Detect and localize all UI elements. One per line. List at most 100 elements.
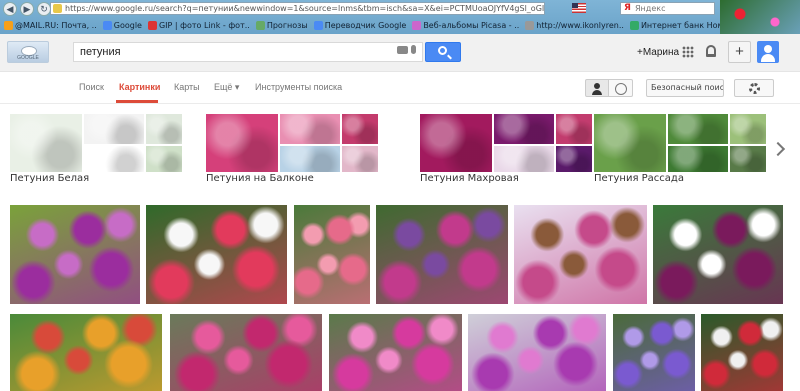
favicon-icon [412,21,422,30]
bookmark-item[interactable]: Переводчик Google [313,21,407,30]
related-collage [10,114,182,172]
related-collage [420,114,592,172]
image-result-petunia-garden-path[interactable] [376,205,508,304]
related-thumbnail [594,114,666,172]
yandex-search-field[interactable]: Яндекс [620,2,715,15]
image-result-petunia-seedling-boxes[interactable] [514,205,647,304]
forward-icon[interactable]: ▶ [20,1,34,16]
related-collage [206,114,378,172]
settings-button[interactable] [734,79,774,97]
related-thumbnail [280,114,340,144]
tab-maps[interactable]: Карты [174,82,200,92]
tab-search-tools[interactable]: Инструменты поиска [255,82,342,92]
image-result-mixed-petunia-basket[interactable] [10,314,162,391]
bookmark-label: Google [113,21,142,30]
related-thumbnail [206,114,278,172]
related-thumbnail [342,146,378,172]
global-results-button[interactable] [609,79,633,97]
image-result-purple-petunia-basket[interactable] [613,314,695,391]
related-thumbnail [668,114,728,144]
url-text: https://www.google.ru/search?q=петунии&n… [65,4,545,13]
address-bar: ◀ ▶ ↻ https://www.google.ru/search?q=пет… [0,0,800,17]
reload-icon[interactable]: ↻ [37,1,51,16]
bookmark-item[interactable]: @MAIL.RU: Почта, .. [4,21,97,30]
related-thumbnail [280,146,340,172]
bookmark-item[interactable]: http://www.ikonlyren.. [525,21,624,30]
related-thumbnail [146,146,182,172]
related-item-balcony[interactable]: Петуния на Балконе [206,114,378,184]
related-label: Петуния на Балконе [206,173,314,184]
camera-icon[interactable] [397,46,408,54]
microphone-icon[interactable] [411,45,416,54]
image-result-pink-hanging-petunias[interactable] [294,205,370,304]
related-searches: Петуния Белая Петуния на Балконе Петуния… [0,104,800,192]
google-logo[interactable]: GOOGLE [7,41,49,63]
bookmark-label: Переводчик Google [324,21,407,30]
image-result-red-petunia-planter[interactable] [701,314,783,391]
personal-results-button[interactable] [585,79,609,97]
bookmark-item[interactable]: Google [102,21,142,30]
gear-icon [749,83,760,94]
related-thumbnail [84,114,144,144]
bookmark-label: Прогнозы [266,21,308,30]
related-thumbnail [730,146,766,172]
bookmark-item[interactable]: Интернет банк Номос [629,21,720,30]
related-thumbnail [342,114,378,144]
search-input[interactable]: петуния [73,42,423,62]
notifications-bell-icon[interactable] [706,45,716,57]
image-result-petunia-pots-wall[interactable] [468,314,606,391]
back-icon[interactable]: ◀ [3,1,17,16]
magnifier-icon [438,46,447,55]
tab-search[interactable]: Поиск [79,82,104,92]
lock-icon [53,4,62,13]
bookmark-label: @MAIL.RU: Почта, .. [15,21,97,30]
bookmark-item[interactable]: Веб-альбомы Picasa - .. [412,21,519,30]
related-item-double[interactable]: Петуния Махровая [420,114,592,184]
related-thumbnail [730,114,766,144]
image-result-pink-red-white-petunias[interactable] [146,205,287,304]
related-label: Петуния Махровая [420,173,519,184]
related-thumbnail [494,146,554,172]
related-thumbnail [420,114,492,172]
user-name-link[interactable]: +Марина [637,47,679,58]
tab-more[interactable]: Ещё ▾ [214,82,239,93]
favicon-icon [4,21,13,30]
image-result-pink-petunia-ball[interactable] [329,314,462,391]
browser-chrome: ◀ ▶ ↻ https://www.google.ru/search?q=пет… [0,0,800,34]
bookmark-item[interactable]: GIP | фото Link - фот.. [147,21,250,30]
search-button[interactable] [425,42,461,62]
bookmark-label: http://www.ikonlyren.. [536,21,624,30]
share-button[interactable]: + [728,41,751,63]
related-thumbnail [10,114,82,172]
related-item-seedlings[interactable]: Петуния Рассада [594,114,766,184]
decorative-theme-corner [720,0,800,34]
favicon-icon [147,21,157,30]
flag-icon [572,3,586,13]
apps-grid-icon[interactable] [682,46,694,58]
related-label: Петуния Рассада [594,173,684,184]
image-result-double-petunia[interactable] [653,205,783,304]
avatar[interactable] [757,41,779,63]
related-thumbnail [556,114,592,144]
bookmark-item[interactable]: Прогнозы [255,21,308,30]
chevron-right-icon[interactable] [773,142,783,158]
favicon-icon [525,21,535,30]
favicon-icon [255,21,265,30]
active-tab-indicator [116,100,158,103]
related-item-white[interactable]: Петуния Белая [10,114,182,184]
image-result-magenta-hanging-basket[interactable] [170,314,322,391]
related-collage [594,114,766,172]
tab-images[interactable]: Картинки [119,82,160,92]
logo-text: GOOGLE [17,55,39,61]
related-thumbnail [146,114,182,144]
search-tabs: Поиск Картинки Карты Ещё ▾ Инструменты п… [0,72,800,104]
url-field[interactable]: https://www.google.ru/search?q=петунии&n… [50,2,545,15]
bookmark-label: Интернет банк Номос [640,21,720,30]
google-top-bar: GOOGLE петуния +Марина + [0,34,800,72]
favicon-icon [629,21,639,30]
related-label: Петуния Белая [10,173,90,184]
safe-search-dropdown[interactable]: Безопасный поиск ▾ [646,79,724,97]
image-result-purple-petunias[interactable] [10,205,140,304]
bookmarks-bar: @MAIL.RU: Почта, .. Google GIP | фото Link… [0,17,720,34]
related-thumbnail [84,146,144,172]
